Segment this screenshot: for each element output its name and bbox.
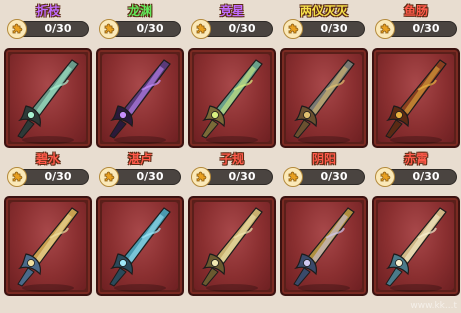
weapon-card[interactable] — [372, 196, 460, 296]
fragment-count: 0/30 — [412, 22, 440, 35]
puzzle-piece-icon — [99, 167, 119, 187]
puzzle-piece-icon — [7, 19, 27, 39]
sword-icon — [17, 207, 79, 292]
fragment-progress-bar: 0/30 — [191, 19, 273, 39]
weapon-card[interactable] — [188, 48, 276, 148]
weapon-card[interactable] — [96, 196, 184, 296]
weapon-card[interactable] — [4, 196, 92, 296]
fragment-progress-bar: 0/30 — [7, 19, 89, 39]
watermark: www.kk...t — [410, 301, 457, 311]
puzzle-piece-icon — [375, 19, 395, 39]
weapon-name: 折枝 — [35, 4, 60, 18]
weapon-grid: 折枝 0/30 龙渊 0/30 竞星 0/30 两仪灭灭 0/30 鱼肠 0/30 碧水 0/30 湛卢… — [0, 0, 461, 313]
puzzle-piece-icon — [191, 167, 211, 187]
fragment-progress-bar: 0/30 — [7, 167, 89, 187]
puzzle-piece-icon — [7, 167, 27, 187]
fragment-count: 0/30 — [320, 22, 348, 35]
fragment-progress-bar: 0/30 — [283, 19, 365, 39]
fragment-progress-bar: 0/30 — [191, 167, 273, 187]
weapon-name: 赤霄 — [403, 152, 428, 166]
weapon-name: 龙渊 — [127, 4, 152, 18]
fragment-count: 0/30 — [44, 22, 72, 35]
weapon-name: 碧水 — [35, 152, 60, 166]
weapon-name: 子规 — [219, 152, 244, 166]
fragment-count: 0/30 — [44, 170, 72, 183]
sword-icon — [109, 59, 171, 144]
sword-icon — [201, 59, 263, 144]
weapon-name: 竞星 — [219, 4, 244, 18]
fragment-count: 0/30 — [228, 170, 256, 183]
fragment-count: 0/30 — [136, 22, 164, 35]
sword-icon — [17, 59, 79, 144]
sword-icon — [385, 59, 447, 144]
puzzle-piece-icon — [283, 167, 303, 187]
sword-icon — [385, 207, 447, 292]
weapon-card[interactable] — [4, 48, 92, 148]
fragment-progress-bar: 0/30 — [375, 19, 457, 39]
fragment-count: 0/30 — [412, 170, 440, 183]
puzzle-piece-icon — [283, 19, 303, 39]
fragment-progress-bar: 0/30 — [375, 167, 457, 187]
weapon-card[interactable] — [280, 196, 368, 296]
weapon-card[interactable] — [280, 48, 368, 148]
sword-icon — [109, 207, 171, 292]
weapon-name: 两仪灭灭 — [299, 4, 348, 18]
puzzle-piece-icon — [191, 19, 211, 39]
weapon-name: 鱼肠 — [403, 4, 428, 18]
fragment-count: 0/30 — [320, 170, 348, 183]
weapon-card[interactable] — [372, 48, 460, 148]
sword-icon — [293, 59, 355, 144]
sword-icon — [293, 207, 355, 292]
fragment-progress-bar: 0/30 — [99, 167, 181, 187]
sword-icon — [201, 207, 263, 292]
weapon-name: 阴阳 — [311, 152, 336, 166]
weapon-name: 湛卢 — [127, 152, 152, 166]
fragment-count: 0/30 — [136, 170, 164, 183]
fragment-progress-bar: 0/30 — [283, 167, 365, 187]
puzzle-piece-icon — [375, 167, 395, 187]
fragment-count: 0/30 — [228, 22, 256, 35]
puzzle-piece-icon — [99, 19, 119, 39]
weapon-card[interactable] — [96, 48, 184, 148]
weapon-card[interactable] — [188, 196, 276, 296]
fragment-progress-bar: 0/30 — [99, 19, 181, 39]
